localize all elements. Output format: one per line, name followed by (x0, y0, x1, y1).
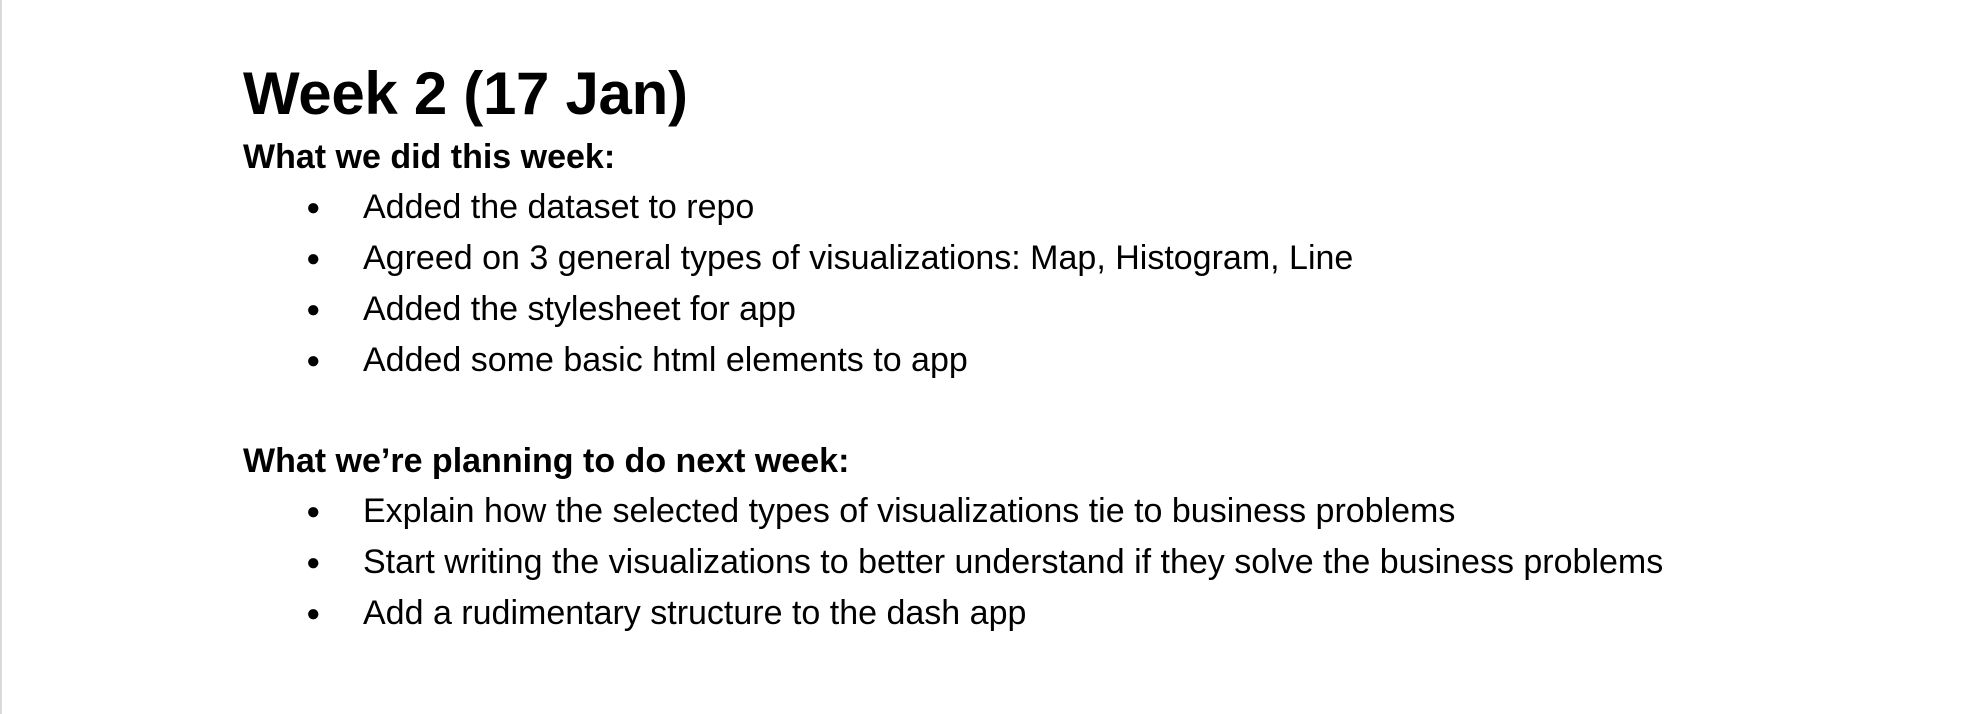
page-title: Week 2 (17 Jan) (243, 60, 688, 127)
section-heading-done: What we did this week: (243, 138, 616, 176)
list-item: ● Agreed on 3 general types of visualiza… (243, 233, 1703, 284)
list-item: ● Start writing the visualizations to be… (243, 537, 1703, 588)
list-item: ● Added some basic html elements to app (243, 335, 1703, 386)
bullet-icon: ● (306, 296, 321, 323)
bullet-icon: ● (306, 194, 321, 221)
list-item-text: Agreed on 3 general types of visualizati… (363, 239, 1354, 277)
bullet-icon: ● (306, 549, 321, 576)
bullet-icon: ● (306, 600, 321, 627)
list-item: ● Explain how the selected types of visu… (243, 486, 1703, 537)
list-item-text: Start writing the visualizations to bett… (363, 543, 1664, 581)
list-item-text: Added the dataset to repo (363, 188, 755, 226)
list-item-text: Explain how the selected types of visual… (363, 492, 1456, 530)
section-heading-planned: What we’re planning to do next week: (243, 442, 850, 480)
list-item: ● Add a rudimentary structure to the das… (243, 588, 1703, 639)
list-item-text: Added the stylesheet for app (363, 290, 796, 328)
list-item: ● Added the dataset to repo (243, 182, 1703, 233)
page-left-border (0, 0, 2, 714)
list-item-text: Add a rudimentary structure to the dash … (363, 594, 1027, 632)
bullet-list-planned: ● Explain how the selected types of visu… (243, 486, 1723, 639)
bullet-icon: ● (306, 245, 321, 272)
bullet-icon: ● (306, 347, 321, 374)
list-item: ● Added the stylesheet for app (243, 284, 1703, 335)
bullet-icon: ● (306, 498, 321, 525)
list-item-text: Added some basic html elements to app (363, 341, 968, 379)
bullet-list-done: ● Added the dataset to repo ● Agreed on … (243, 182, 1723, 386)
document-body: Week 2 (17 Jan) What we did this week: ●… (243, 56, 1723, 639)
